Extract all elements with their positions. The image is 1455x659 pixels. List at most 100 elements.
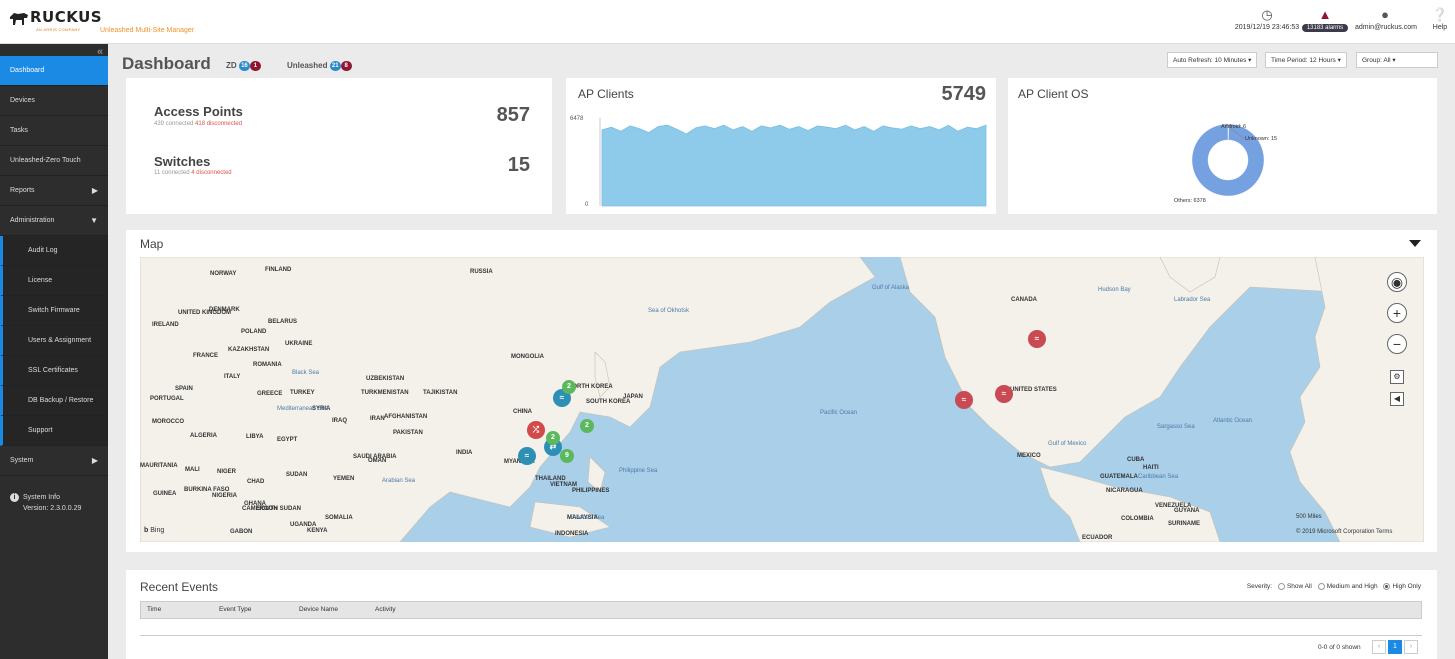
col-activity[interactable]: Activity <box>375 606 396 613</box>
radio-high-only[interactable] <box>1383 583 1391 590</box>
map-scale: 500 Miles <box>1296 514 1322 520</box>
page-1-button[interactable]: 1 <box>1388 640 1402 654</box>
map-sea-label: Hudson Bay <box>1098 287 1131 293</box>
sidebar-item-administration[interactable]: Administration ▼ <box>0 206 108 236</box>
sidebar-item-audit-log[interactable]: Audit Log <box>0 236 108 266</box>
sidebar-item-reports[interactable]: Reports ▶ <box>0 176 108 206</box>
map-country-label: TURKEY <box>290 390 315 396</box>
sidebar-item-unleashed-zero-touch[interactable]: Unleashed-Zero Touch <box>0 146 108 176</box>
sidebar-item-tasks[interactable]: Tasks <box>0 116 108 146</box>
map-copyright[interactable]: © 2019 Microsoft Corporation Terms <box>1296 529 1392 535</box>
sidebar-item-license[interactable]: License <box>0 266 108 296</box>
sidebar-item-support[interactable]: Support <box>0 416 108 446</box>
ap-marker-blue-2[interactable]: ≈ <box>518 447 536 465</box>
sidebar-item-label: Administration <box>10 217 55 224</box>
sidebar-item-label: Audit Log <box>28 247 58 254</box>
map-cluster-badge[interactable]: 2 <box>562 380 576 394</box>
radio-show-all[interactable] <box>1277 583 1285 590</box>
sidebar-item-devices[interactable]: Devices <box>0 86 108 116</box>
col-time[interactable]: Time <box>147 606 161 613</box>
access-points-label[interactable]: Access Points <box>154 104 243 119</box>
map-country-label: SURINAME <box>1168 521 1201 527</box>
zd-status[interactable]: ZD 16 1 <box>226 61 261 71</box>
severity-filter: Severity: Show All Medium and High High … <box>1247 583 1421 590</box>
prev-page-button[interactable]: ‹ <box>1372 640 1386 654</box>
switches-label[interactable]: Switches <box>154 154 210 169</box>
system-info-label[interactable]: System Info <box>23 494 60 501</box>
map-country-label: HAITI <box>1143 465 1159 471</box>
map-sea-label: Gulf of Mexico <box>1048 441 1087 447</box>
map-country-label: IRAQ <box>332 418 347 424</box>
alarms-block[interactable]: ▲ 13183 alarms <box>1300 6 1350 40</box>
sidebar-item-users-assignment[interactable]: Users & Assignment <box>0 326 108 356</box>
map-cluster-badge[interactable]: 2 <box>580 419 594 433</box>
map-country-label: UZBEKISTAN <box>366 376 405 382</box>
sidebar-item-dashboard[interactable]: Dashboard <box>0 56 108 86</box>
group-dropdown[interactable]: Group: All ▾ <box>1356 52 1438 68</box>
radio-medium-high[interactable] <box>1317 583 1325 590</box>
map-country-label: UNITED STATES <box>1010 387 1057 393</box>
map-country-label: NIGERIA <box>212 493 238 499</box>
user-menu[interactable]: ● admin@ruckus.com <box>1355 6 1417 40</box>
col-device-name[interactable]: Device Name <box>299 606 338 613</box>
map-country-label: CHINA <box>513 409 532 415</box>
shuffle-icon: ⤮ <box>532 425 540 434</box>
y-tick-min: 0 <box>585 202 589 208</box>
help-menu[interactable]: ❔ Help <box>1425 6 1455 40</box>
high-only-option[interactable]: High Only <box>1383 583 1421 590</box>
ap-marker-canada[interactable]: ≈ <box>1028 330 1046 348</box>
zoom-in-button[interactable]: + <box>1387 303 1407 323</box>
map-cluster-badge[interactable]: 2 <box>546 431 560 445</box>
auto-refresh-dropdown[interactable]: Auto Refresh: 10 Minutes ▾ <box>1167 52 1258 68</box>
collapse-map-icon[interactable] <box>1409 240 1421 247</box>
ap-marker-us-east[interactable]: ≈ <box>995 385 1013 403</box>
ap-marker-us-west[interactable]: ≈ <box>955 391 973 409</box>
os-slice-others[interactable] <box>1191 123 1265 197</box>
map-country-label: AFGHANISTAN <box>384 414 428 420</box>
user-email[interactable]: admin@ruckus.com <box>1355 24 1417 31</box>
map-country-label: SOMALIA <box>325 515 353 521</box>
map-country-label: YEMEN <box>333 476 355 482</box>
switch-disconnected[interactable]: 4 disconnected <box>191 170 231 176</box>
help-label[interactable]: Help <box>1433 24 1447 31</box>
map-country-label: DENMARK <box>209 307 240 313</box>
map-landmass <box>140 257 1424 542</box>
client-os-chart: Android: 6 Unknown: 15 Others: 6378 <box>1174 123 1277 204</box>
sidebar-item-ssl-certificates[interactable]: SSL Certificates <box>0 356 108 386</box>
switch-connected[interactable]: 11 connected <box>154 170 190 176</box>
map-country-label: SUDAN <box>286 472 308 478</box>
zoom-out-button[interactable]: − <box>1387 334 1407 354</box>
medium-high-option[interactable]: Medium and High <box>1317 583 1378 590</box>
next-page-button[interactable]: › <box>1404 640 1418 654</box>
y-tick-max: 6478 <box>570 116 584 122</box>
devices-summary-card: Access Points 439 connected 418 disconne… <box>126 78 552 214</box>
sidebar-item-switch-firmware[interactable]: Switch Firmware <box>0 296 108 326</box>
map-country-label: NIGER <box>217 469 237 475</box>
map-panel-toggle-icon[interactable]: ◀ <box>1390 392 1404 406</box>
map-cluster-badge[interactable]: 9 <box>560 449 574 463</box>
label-others: Others: 6378 <box>1174 198 1206 204</box>
alarm-count-badge[interactable]: 13183 alarms <box>1301 24 1349 32</box>
world-map[interactable]: RUSSIA CHINA MONGOLIA KAZAKHSTAN CANADA UNITE… <box>140 257 1424 542</box>
map-country-label: FRANCE <box>193 353 218 359</box>
map-country-label: ECUADOR <box>1082 535 1113 541</box>
sidebar-item-db-backup-restore[interactable]: DB Backup / Restore <box>0 386 108 416</box>
map-settings-icon[interactable]: ⚙ <box>1390 370 1404 384</box>
sidebar-item-system[interactable]: System ▶ <box>0 446 108 476</box>
sidebar-item-label: Reports <box>10 187 35 194</box>
ap-disconnected[interactable]: 418 disconnected <box>195 121 242 127</box>
map-country-label: ROMANIA <box>253 362 282 368</box>
sidebar-item-label: System <box>10 457 34 464</box>
col-event-type[interactable]: Event Type <box>219 606 251 613</box>
info-icon: i <box>10 493 19 502</box>
pagination-summary: 0-0 of 0 shown <box>1318 644 1361 651</box>
map-country-label: IRAN <box>370 416 385 422</box>
ap-marker-red[interactable]: ⤮ <box>527 421 545 439</box>
unleashed-status[interactable]: Unleashed 21 8 <box>287 61 352 71</box>
map-sea-label: Philippine Sea <box>619 468 658 474</box>
system-info[interactable]: i System Info Version: 2.3.0.0.29 <box>10 492 81 514</box>
show-all-option[interactable]: Show All <box>1277 583 1312 590</box>
ap-connected[interactable]: 439 connected <box>154 121 193 127</box>
locate-icon[interactable]: ◉ <box>1387 272 1407 292</box>
time-period-dropdown[interactable]: Time Period: 12 Hours ▾ <box>1265 52 1347 68</box>
